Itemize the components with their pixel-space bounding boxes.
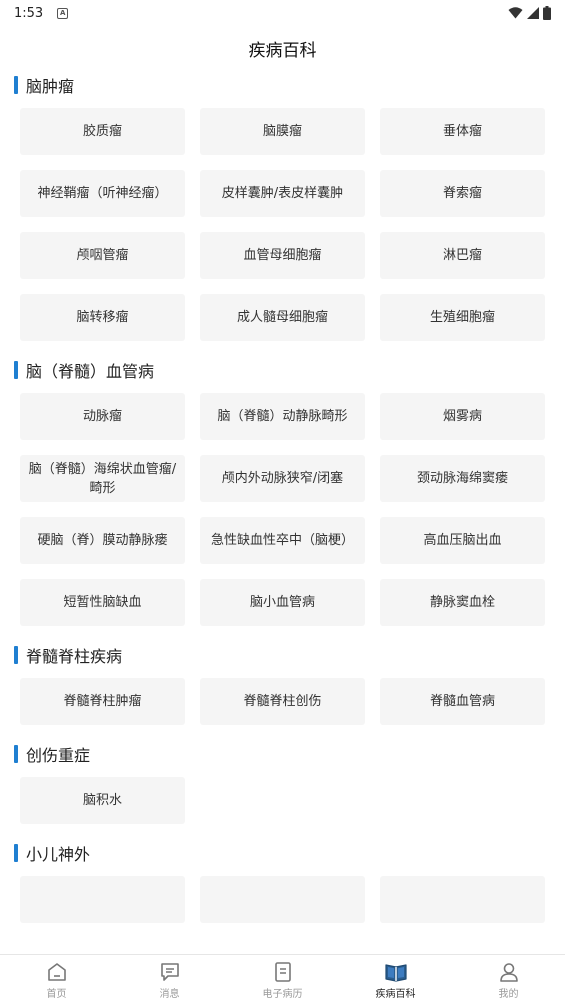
section-accent-bar (14, 361, 18, 379)
disease-chip[interactable]: 硬脑（脊）膜动静脉瘘 (20, 517, 185, 564)
disease-chip[interactable]: 脊髓脊柱创伤 (200, 678, 365, 725)
disease-chip[interactable]: 脑积水 (20, 777, 185, 824)
home-icon (46, 961, 68, 983)
disease-chip[interactable]: 胶质瘤 (20, 108, 185, 155)
document-icon (272, 961, 294, 983)
tab-document[interactable]: 电子病历 (226, 955, 339, 1004)
tab-message[interactable]: 消息 (113, 955, 226, 1004)
section-accent-bar (14, 745, 18, 763)
disease-chip[interactable]: 皮样囊肿/表皮样囊肿 (200, 170, 365, 217)
disease-chip[interactable]: 静脉窦血栓 (380, 579, 545, 626)
notification-icon: A (57, 7, 69, 19)
tab-label: 电子病历 (262, 989, 303, 1000)
section-title: 创伤重症 (26, 746, 91, 765)
disease-grid: 动脉瘤 脑（脊髓）动静脉畸形 烟雾病脑（脊髓）海绵状血管瘤/畸形 颅内外动脉狭窄/闭塞… (20, 393, 545, 632)
disease-chip[interactable]: 短暂性脑缺血 (20, 579, 185, 626)
disease-grid: 脑积水 (20, 777, 545, 830)
section-header: 脊髓脊柱疾病 (14, 632, 545, 678)
section-header: 创伤重症 (14, 731, 545, 777)
section-accent-bar (14, 844, 18, 862)
disease-grid: 胶质瘤 脑膜瘤 垂体瘤神经鞘瘤（听神经瘤） 皮样囊肿/表皮样囊肿 脊索瘤颅咽管瘤 血管母细… (20, 108, 545, 347)
tab-home[interactable]: 首页 (0, 955, 113, 1004)
status-time: 1:53 (14, 5, 44, 21)
user-icon (498, 961, 520, 983)
disease-chip[interactable]: 动脉瘤 (20, 393, 185, 440)
disease-category-list[interactable]: 脑肿瘤胶质瘤 脑膜瘤 垂体瘤神经鞘瘤（听神经瘤） 皮样囊肿/表皮样囊肿 脊索瘤颅咽管瘤血… (0, 62, 565, 954)
disease-chip[interactable]: 烟雾病 (380, 393, 545, 440)
wifi-icon (508, 7, 523, 19)
disease-chip[interactable] (380, 876, 545, 923)
disease-chip[interactable]: 生殖细胞瘤 (380, 294, 545, 341)
section-title: 脑肿瘤 (26, 77, 75, 96)
section-title: 小儿神外 (26, 845, 91, 864)
disease-chip[interactable]: 神经鞘瘤（听神经瘤） (20, 170, 185, 217)
section-header: 脑（脊髓）血管病 (14, 347, 545, 393)
disease-section: 脑肿瘤胶质瘤 脑膜瘤 垂体瘤神经鞘瘤（听神经瘤） 皮样囊肿/表皮样囊肿 脊索瘤颅咽管瘤血… (0, 62, 565, 347)
section-header: 小儿神外 (14, 830, 545, 876)
bottom-tab-bar: 首页 消息 电子病历 疾病百科 我的 (0, 954, 565, 1004)
page-title: 疾病百科 (248, 41, 317, 61)
disease-chip[interactable]: 脊髓血管病 (380, 678, 545, 725)
disease-section: 脊髓脊柱疾病脊髓脊柱肿瘤 脊髓脊柱创伤 脊髓血管病 (0, 632, 565, 731)
disease-chip[interactable]: 脑膜瘤 (200, 108, 365, 155)
disease-chip[interactable] (200, 876, 365, 923)
disease-chip[interactable]: 脊索瘤 (380, 170, 545, 217)
status-bar: 1:53 A (0, 0, 565, 26)
disease-section: 创伤重症脑积水 (0, 731, 565, 830)
disease-grid: 脊髓脊柱肿瘤 脊髓脊柱创伤 脊髓血管病 (20, 678, 545, 731)
section-title: 脑（脊髓）血管病 (26, 362, 155, 381)
message-icon (159, 961, 181, 983)
disease-chip[interactable]: 淋巴瘤 (380, 232, 545, 279)
disease-chip[interactable]: 颅内外动脉狭窄/闭塞 (200, 455, 365, 502)
disease-chip[interactable]: 垂体瘤 (380, 108, 545, 155)
disease-chip[interactable]: 脑小血管病 (200, 579, 365, 626)
disease-chip[interactable]: 血管母细胞瘤 (200, 232, 365, 279)
status-icons (508, 6, 551, 20)
section-accent-bar (14, 76, 18, 94)
book-icon (384, 961, 408, 983)
disease-chip[interactable]: 脑（脊髓）动静脉畸形 (200, 393, 365, 440)
section-accent-bar (14, 646, 18, 664)
disease-chip[interactable]: 急性缺血性卒中（脑梗） (200, 517, 365, 564)
disease-chip[interactable]: 高血压脑出血 (380, 517, 545, 564)
disease-grid (20, 876, 545, 929)
section-header: 脑肿瘤 (14, 62, 545, 108)
tab-label: 疾病百科 (375, 989, 416, 1000)
disease-chip[interactable]: 脑转移瘤 (20, 294, 185, 341)
disease-chip[interactable]: 脑（脊髓）海绵状血管瘤/畸形 (20, 455, 185, 502)
disease-chip[interactable] (20, 876, 185, 923)
disease-chip[interactable]: 颈动脉海绵窦瘘 (380, 455, 545, 502)
tab-user[interactable]: 我的 (452, 955, 565, 1004)
tab-label: 消息 (159, 989, 180, 1000)
disease-chip[interactable]: 成人髓母细胞瘤 (200, 294, 365, 341)
disease-section: 脑（脊髓）血管病动脉瘤 脑（脊髓）动静脉畸形 烟雾病脑（脊髓）海绵状血管瘤/畸形 颅内… (0, 347, 565, 632)
tab-book[interactable]: 疾病百科 (339, 955, 452, 1004)
disease-chip[interactable]: 颅咽管瘤 (20, 232, 185, 279)
disease-section: 小儿神外 (0, 830, 565, 929)
signal-icon (527, 7, 539, 19)
tab-label: 我的 (498, 989, 519, 1000)
disease-chip[interactable]: 脊髓脊柱肿瘤 (20, 678, 185, 725)
battery-icon (543, 6, 551, 20)
tab-label: 首页 (46, 989, 67, 1000)
section-title: 脊髓脊柱疾病 (26, 647, 123, 666)
